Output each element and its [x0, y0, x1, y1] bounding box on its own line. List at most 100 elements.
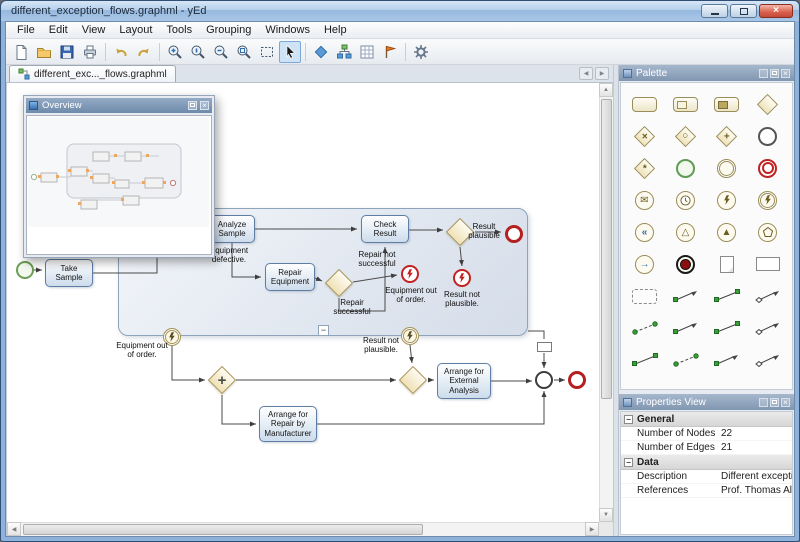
minimize-button[interactable] [701, 4, 728, 18]
edit-mode-button[interactable] [279, 41, 301, 63]
titlebar[interactable]: different_exception_flows.graphml - yEd … [1, 1, 799, 21]
palette-item-event-error-boundary[interactable] [747, 184, 788, 216]
zoom-out-button[interactable] [210, 41, 232, 63]
property-value[interactable]: Prof. Thomas Allwe... [721, 485, 792, 496]
section-data[interactable]: − Data [621, 455, 792, 470]
group-collapse-button[interactable]: − [318, 325, 329, 336]
properties-float-button[interactable] [770, 398, 779, 407]
scroll-right-button[interactable]: ▶ [585, 522, 599, 536]
edge-label[interactable]: Result plausible [463, 223, 505, 241]
menu-file[interactable]: File [10, 23, 42, 37]
section-general[interactable]: − General [621, 412, 792, 427]
zoom-actual-button[interactable] [187, 41, 209, 63]
palette-float-button[interactable] [770, 69, 779, 78]
merge-event[interactable] [535, 371, 553, 389]
menu-help[interactable]: Help [317, 23, 354, 37]
palette-item-event-error[interactable] [706, 184, 747, 216]
start-event[interactable] [16, 261, 34, 279]
properties-header[interactable]: Properties View × [619, 394, 794, 410]
gateway-parallel-join[interactable]: + [208, 366, 236, 394]
edge-label[interactable]: Result not plausible. [357, 337, 405, 355]
menu-tools[interactable]: Tools [159, 23, 199, 37]
redo-button[interactable] [133, 41, 155, 63]
task-check-result[interactable]: Check Result [361, 215, 409, 243]
palette-item-event-rewind[interactable]: « [624, 216, 665, 248]
palette-item-gateway-x[interactable]: × [624, 120, 665, 152]
palette-item-event-terminate[interactable] [665, 248, 706, 280]
palette-item-edge-generic-2[interactable] [665, 344, 706, 376]
open-button[interactable] [33, 41, 55, 63]
gateway-external[interactable] [399, 366, 427, 394]
palette-item-event-message[interactable]: ✉ [624, 184, 665, 216]
hierarchic-layout-button[interactable] [333, 41, 355, 63]
fit-content-button[interactable] [233, 41, 255, 63]
menu-grouping[interactable]: Grouping [199, 23, 258, 37]
properties-close-button[interactable]: × [781, 398, 790, 407]
next-tab-button[interactable]: ▶ [595, 67, 609, 80]
palette-item-edge-generic-3[interactable] [706, 344, 747, 376]
prev-tab-button[interactable]: ◀ [579, 67, 593, 80]
overview-float-button[interactable] [188, 101, 197, 110]
task-analyze-sample[interactable]: Analyze Sample [209, 215, 255, 243]
palette-item-event-timer[interactable] [665, 184, 706, 216]
property-value[interactable]: 22 [721, 428, 792, 439]
zoom-in-button[interactable] [164, 41, 186, 63]
new-file-button[interactable] [10, 41, 32, 63]
task-repair-equipment[interactable]: Repair Equipment [265, 263, 315, 291]
end-event-plausible[interactable] [505, 225, 523, 243]
menu-edit[interactable]: Edit [42, 23, 75, 37]
palette-item-edge-message-flow[interactable] [624, 312, 665, 344]
palette-item-event-start[interactable] [665, 152, 706, 184]
palette-header[interactable]: Palette × [619, 65, 794, 81]
palette-item-event-end[interactable] [747, 152, 788, 184]
palette-item-task-marker[interactable] [665, 88, 706, 120]
palette-item-group[interactable] [624, 280, 665, 312]
overview-minimap[interactable] [26, 115, 212, 255]
palette-item-event-link[interactable]: → [624, 248, 665, 280]
palette-item-edge-generic-1[interactable] [624, 344, 665, 376]
collapse-icon[interactable]: − [624, 458, 633, 467]
task-arrange-repair-manufacturer[interactable]: Arrange for Repair by Manufacturer [259, 406, 317, 442]
property-value[interactable]: 21 [721, 442, 792, 453]
palette-item-event-signal[interactable]: △ [665, 216, 706, 248]
palette-item-task[interactable] [624, 88, 665, 120]
horizontal-scrollbar[interactable]: ◀ ▶ [7, 522, 599, 536]
grid-button[interactable] [356, 41, 378, 63]
palette-item-edge-conditional-flow[interactable] [665, 312, 706, 344]
close-button[interactable]: × [759, 4, 793, 18]
menu-view[interactable]: View [75, 23, 113, 37]
scroll-down-button[interactable]: ▼ [599, 508, 613, 522]
zoom-area-button[interactable] [256, 41, 278, 63]
edge-label[interactable]: Equipment out of order. [115, 342, 169, 360]
link-node[interactable] [537, 342, 552, 352]
diagram-canvas[interactable]: − [6, 83, 613, 536]
palette-item-edge-association[interactable] [706, 280, 747, 312]
scroll-left-button[interactable]: ◀ [7, 522, 21, 536]
snap-lines-button[interactable] [379, 41, 401, 63]
palette-item-edge-sequence-flow[interactable] [665, 280, 706, 312]
horizontal-scroll-thumb[interactable] [23, 524, 423, 535]
palette-item-event-signal-filled[interactable]: ▲ [706, 216, 747, 248]
print-button[interactable] [79, 41, 101, 63]
gateway-repair[interactable] [325, 269, 353, 297]
error-event-result[interactable] [453, 269, 471, 287]
edge-label[interactable]: Repair successful [327, 299, 377, 317]
overview-window[interactable]: Overview × [23, 95, 215, 258]
maximize-button[interactable] [730, 4, 757, 18]
palette-item-gateway-star[interactable]: * [624, 152, 665, 184]
palette-item-event-intermediate[interactable] [706, 152, 747, 184]
palette-item-gateway-plus[interactable]: + [706, 120, 747, 152]
vertical-scrollbar[interactable]: ▲ ▼ [599, 83, 613, 522]
palette-close-button[interactable]: × [781, 69, 790, 78]
palette-item-edge-plain[interactable] [706, 312, 747, 344]
palette-item-artifact-data[interactable] [747, 248, 788, 280]
palette-pin-button[interactable] [759, 69, 768, 78]
vertical-scroll-thumb[interactable] [601, 99, 612, 399]
edge-label[interactable]: Equipment out of order. [385, 287, 437, 305]
palette-item-edge-directed[interactable] [747, 312, 788, 344]
save-button[interactable] [56, 41, 78, 63]
palette-item-event-multiple[interactable] [747, 216, 788, 248]
end-event-final[interactable] [568, 371, 586, 389]
tab-document[interactable]: different_exc..._flows.graphml [9, 65, 176, 82]
layout-button[interactable] [310, 41, 332, 63]
